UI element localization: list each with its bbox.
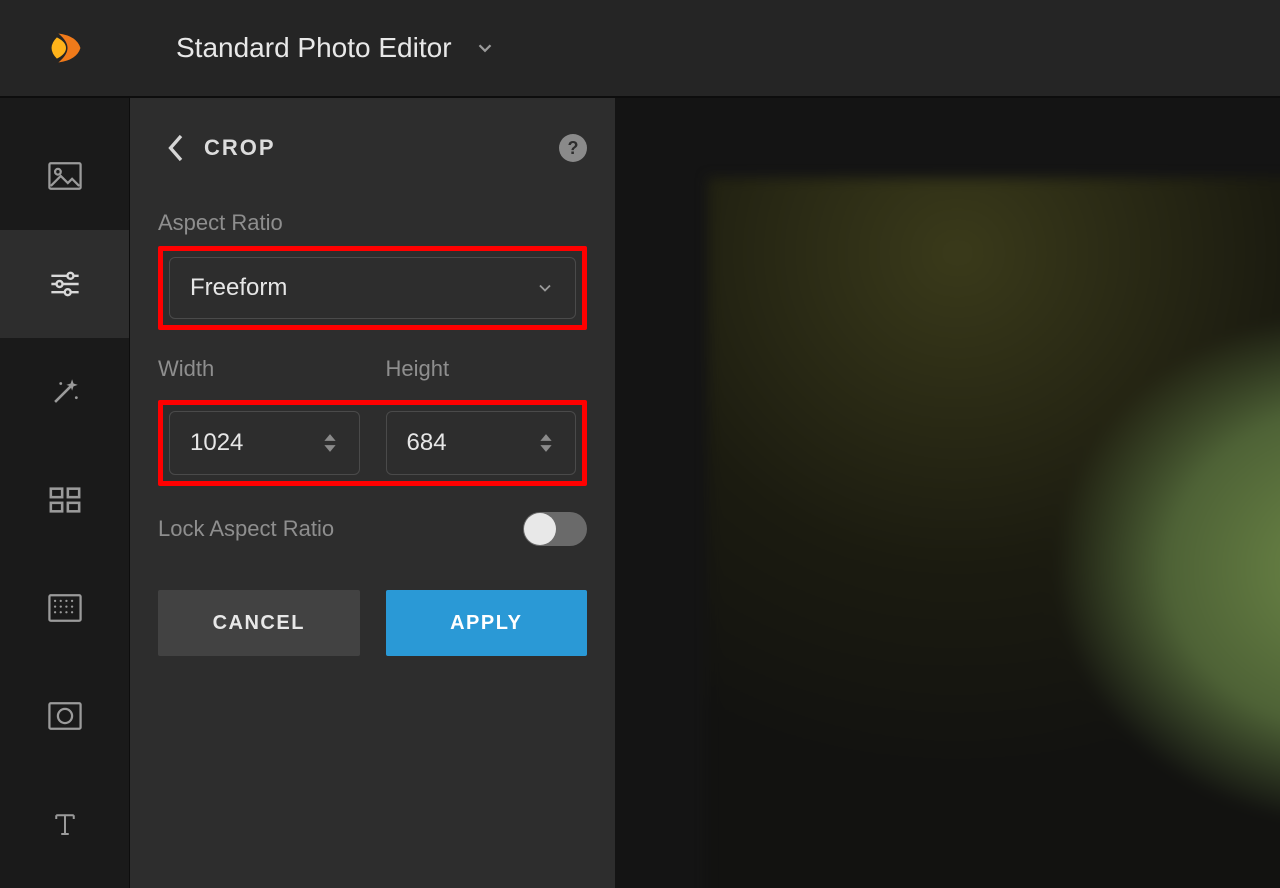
- height-label: Height: [386, 356, 588, 382]
- aspect-ratio-highlight: Freeform: [158, 246, 587, 330]
- width-input[interactable]: 1024: [169, 411, 360, 475]
- aspect-ratio-select[interactable]: Freeform: [169, 257, 576, 319]
- aspect-ratio-label: Aspect Ratio: [158, 210, 587, 236]
- editor-mode-label: Standard Photo Editor: [176, 32, 452, 64]
- aspect-ratio-value: Freeform: [190, 274, 287, 302]
- width-value: 1024: [190, 429, 243, 457]
- sidebar-item-grid[interactable]: [0, 446, 129, 554]
- image-canvas[interactable]: [616, 98, 1280, 888]
- editor-mode-dropdown[interactable]: Standard Photo Editor: [176, 32, 496, 64]
- sidebar-item-magic[interactable]: [0, 338, 129, 446]
- image-icon: [48, 161, 82, 191]
- chevron-down-icon: [535, 278, 555, 298]
- sidebar-item-image[interactable]: [0, 122, 129, 230]
- grid-icon: [48, 485, 82, 515]
- crop-panel: CROP ? Aspect Ratio Freeform Width Heigh…: [130, 98, 616, 888]
- tool-sidebar: [0, 98, 130, 888]
- app-header: Standard Photo Editor: [0, 0, 1280, 98]
- adjust-icon: [48, 269, 82, 299]
- toggle-knob: [524, 513, 556, 545]
- lock-aspect-label: Lock Aspect Ratio: [158, 516, 334, 542]
- height-input[interactable]: 684: [386, 411, 577, 475]
- width-stepper[interactable]: [323, 433, 343, 453]
- width-label: Width: [158, 356, 360, 382]
- height-value: 684: [407, 429, 447, 457]
- height-stepper[interactable]: [539, 433, 559, 453]
- lock-aspect-toggle[interactable]: [523, 512, 587, 546]
- app-logo-icon: [46, 28, 86, 68]
- image-preview: [708, 178, 1280, 888]
- shape-circle-icon: [48, 701, 82, 731]
- back-button[interactable]: [158, 128, 192, 168]
- sidebar-item-adjust[interactable]: [0, 230, 129, 338]
- help-icon: ?: [568, 138, 579, 159]
- dimensions-highlight: 1024 684: [158, 400, 587, 486]
- apply-button[interactable]: APPLY: [386, 590, 588, 656]
- sidebar-item-filter[interactable]: [0, 554, 129, 662]
- filter-icon: [48, 593, 82, 623]
- help-button[interactable]: ?: [559, 134, 587, 162]
- text-icon: [50, 809, 80, 839]
- sidebar-item-shape[interactable]: [0, 662, 129, 770]
- panel-title: CROP: [204, 135, 276, 161]
- magic-wand-icon: [48, 375, 82, 409]
- chevron-down-icon: [474, 37, 496, 59]
- cancel-button[interactable]: CANCEL: [158, 590, 360, 656]
- sidebar-item-text[interactable]: [0, 770, 129, 878]
